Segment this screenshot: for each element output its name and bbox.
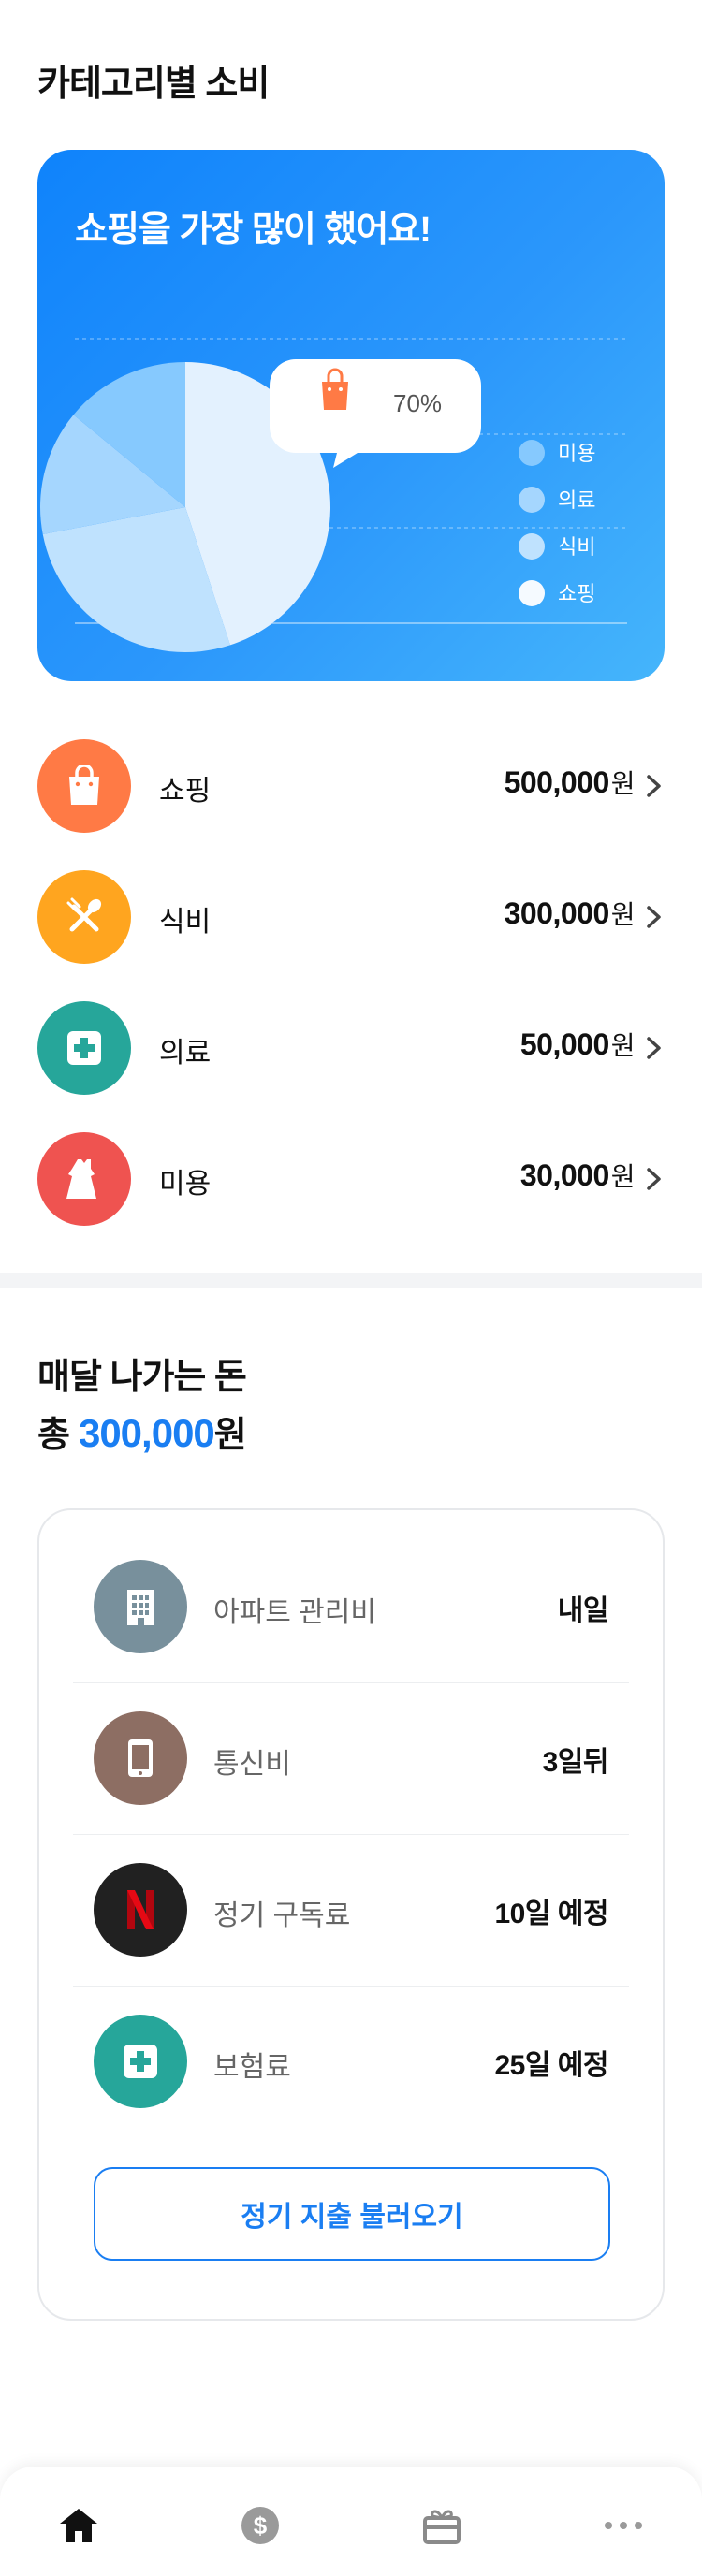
bill-row-3[interactable]: 보험료 25일 예정 <box>73 1986 629 2137</box>
nav-more[interactable] <box>595 2502 651 2549</box>
phone-icon <box>128 1739 153 1777</box>
bill-due: 내일 <box>557 1595 609 1626</box>
tooltip-percent: 70% <box>393 389 442 417</box>
category-row-1[interactable]: 식비 300,000원 <box>0 870 702 1001</box>
category-amount: 50,000원 <box>519 1026 636 1063</box>
amount-unit: 원 <box>610 1162 636 1191</box>
section-divider <box>0 1273 702 1288</box>
total-prefix: 총 <box>37 1416 70 1455</box>
category-icon-wrap <box>37 1132 131 1226</box>
amount-unit: 원 <box>610 900 636 929</box>
legend-marker-1 <box>519 487 545 513</box>
bill-row-1[interactable]: 통신비 3일뒤 <box>73 1682 629 1834</box>
bill-row-2[interactable]: 정기 구독료 10일 예정 <box>73 1834 629 1986</box>
bill-due: 25일 예정 <box>494 2050 608 2081</box>
medical-cross-icon <box>67 1031 101 1065</box>
category-label: 식비 <box>159 907 212 938</box>
legend-label-2: 식비 <box>558 535 595 559</box>
category-icon-wrap <box>37 739 131 833</box>
category-icon-wrap <box>37 1001 131 1095</box>
building-icon <box>127 1590 154 1625</box>
chevron-right-icon <box>647 1037 661 1059</box>
chevron-right-icon <box>647 906 661 928</box>
amount-value: 30,000 <box>519 1158 609 1192</box>
category-row-3[interactable]: 미용 30,000원 <box>0 1132 702 1263</box>
amount-unit: 원 <box>610 1031 636 1060</box>
more-icon <box>605 2522 642 2529</box>
monthly-title: 매달 나가는 돈 <box>37 1358 247 1397</box>
category-label: 의료 <box>159 1038 212 1069</box>
dollar-icon: $ <box>241 2507 279 2544</box>
category-icon-wrap <box>37 870 131 964</box>
category-amount: 300,000원 <box>504 895 636 932</box>
load-recurring-button[interactable]: 정기 지출 불러오기 <box>94 2167 610 2261</box>
home-icon <box>60 2509 97 2542</box>
chevron-right-icon <box>647 1168 661 1190</box>
amount-unit: 원 <box>610 769 636 798</box>
bill-icon-wrap <box>94 2015 187 2108</box>
bottom-nav: $ <box>0 2467 702 2576</box>
dress-icon <box>66 1159 96 1199</box>
bill-label: 보험료 <box>213 2052 291 2083</box>
utensils-icon <box>66 897 102 932</box>
legend-marker-2 <box>519 533 545 560</box>
nav-home[interactable] <box>51 2502 107 2549</box>
monthly-total: 총 300,000원 <box>37 1405 247 1457</box>
gift-icon <box>423 2510 461 2544</box>
recurring-bills-card: 정기 지출 불러오기 아파트 관리비 내일통신비 3일뒤정기 구독료 10일 예정보험… <box>37 1508 665 2321</box>
svg-text:$: $ <box>254 2511 268 2540</box>
netflix-icon <box>127 1890 154 1929</box>
shopping-bag-icon <box>69 765 99 805</box>
amount-value: 300,000 <box>504 896 610 930</box>
bill-label: 통신비 <box>213 1749 291 1780</box>
bill-icon-wrap <box>94 1863 187 1957</box>
bill-label: 아파트 관리비 <box>213 1597 376 1628</box>
bill-due: 10일 예정 <box>494 1899 608 1929</box>
amount-value: 50,000 <box>519 1027 609 1061</box>
legend-label-3: 쇼핑 <box>558 582 595 605</box>
nav-money[interactable]: $ <box>232 2502 288 2549</box>
total-amount: 300,000 <box>78 1411 215 1455</box>
category-list: 쇼핑 500,000원 식비 300,000원 의료 50,000원 미용 30,000원 <box>0 739 702 1263</box>
chevron-right-icon <box>647 775 661 797</box>
nav-gift[interactable] <box>414 2502 470 2549</box>
legend-marker-3 <box>519 580 545 606</box>
amount-value: 500,000 <box>504 765 610 799</box>
legend-label-1: 의료 <box>558 488 595 512</box>
legend-marker-0 <box>519 440 545 466</box>
bill-icon-wrap <box>94 1711 187 1805</box>
category-label: 쇼핑 <box>159 776 212 807</box>
category-label: 미용 <box>159 1169 212 1200</box>
bill-icon-wrap <box>94 1560 187 1653</box>
category-row-2[interactable]: 의료 50,000원 <box>0 1001 702 1132</box>
medical-cross-icon <box>124 2045 157 2078</box>
bill-label: 정기 구독료 <box>213 1900 351 1931</box>
category-amount: 30,000원 <box>519 1157 636 1194</box>
total-unit: 원 <box>213 1416 247 1455</box>
category-amount: 500,000원 <box>504 764 636 801</box>
bill-due: 3일뒤 <box>542 1747 609 1778</box>
legend-label-0: 미용 <box>558 442 595 465</box>
category-row-0[interactable]: 쇼핑 500,000원 <box>0 739 702 870</box>
category-chart-card: 쇼핑을 가장 많이 했어요! 미용 의료 식비 쇼핑 70% <box>37 150 665 681</box>
category-spending-title: 카테고리별 소비 <box>37 65 270 104</box>
bill-row-0[interactable]: 아파트 관리비 내일 <box>73 1531 629 1682</box>
pie-chart: 미용의료식비쇼핑 70% <box>40 338 627 652</box>
chart-tooltip: 70% <box>270 359 481 468</box>
